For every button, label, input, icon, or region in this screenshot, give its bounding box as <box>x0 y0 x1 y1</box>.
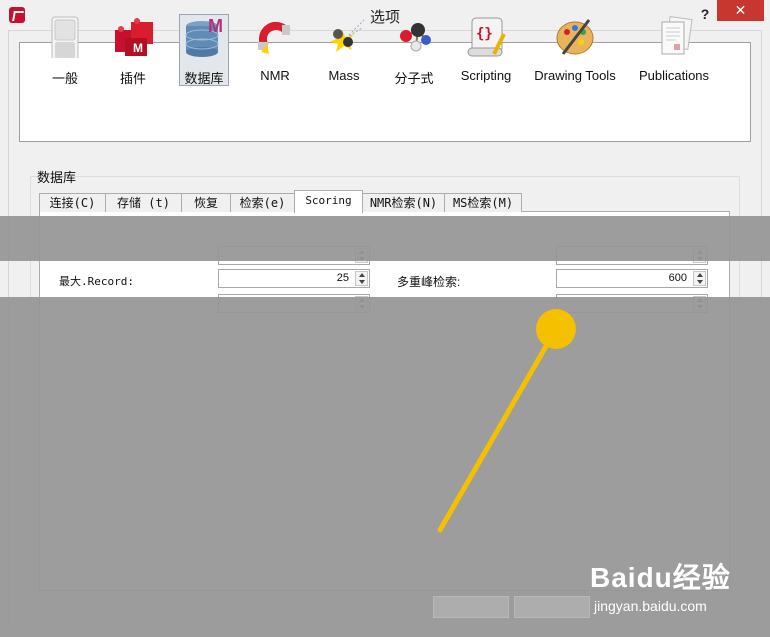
category-mass[interactable]: Mass <box>322 16 366 88</box>
category-plugins[interactable]: M 插件 <box>112 16 154 88</box>
category-formula[interactable]: 分子式 <box>393 16 435 88</box>
watermark-url: jingyan.baidu.com <box>594 598 707 614</box>
category-scripting[interactable]: {} Scripting <box>458 16 514 88</box>
svg-text:M: M <box>208 16 223 36</box>
database-icon: M <box>184 16 224 58</box>
script-scroll-icon: {} <box>464 16 508 58</box>
svg-text:{}: {} <box>476 26 493 42</box>
palette-icon <box>553 16 597 58</box>
category-label: Scripting <box>460 68 512 83</box>
category-label: 插件 <box>119 71 146 86</box>
category-label: 一般 <box>51 71 78 86</box>
category-label: Drawing Tools <box>534 68 616 83</box>
magnet-icon <box>255 16 295 58</box>
category-label: NMR <box>260 68 290 83</box>
category-label: 数据库 <box>184 71 224 86</box>
category-database[interactable]: M 数据库 <box>179 14 229 88</box>
documents-icon <box>652 16 696 58</box>
pointer-annotation <box>437 309 576 533</box>
mass-spec-icon <box>324 16 365 58</box>
category-label: 分子式 <box>394 71 434 86</box>
switch-icon <box>45 16 85 62</box>
plugin-blocks-icon: M <box>113 16 153 58</box>
category-nmr[interactable]: NMR <box>255 16 295 88</box>
category-general[interactable]: 一般 <box>45 16 85 88</box>
category-label: Publications <box>638 68 710 83</box>
molecule-icon <box>394 16 434 58</box>
watermark: Baidu经验 jingyan.baidu.com <box>590 556 770 626</box>
watermark-logo: Baidu经验 <box>590 562 731 593</box>
svg-text:M: M <box>133 41 143 55</box>
category-label: Mass <box>328 68 360 83</box>
